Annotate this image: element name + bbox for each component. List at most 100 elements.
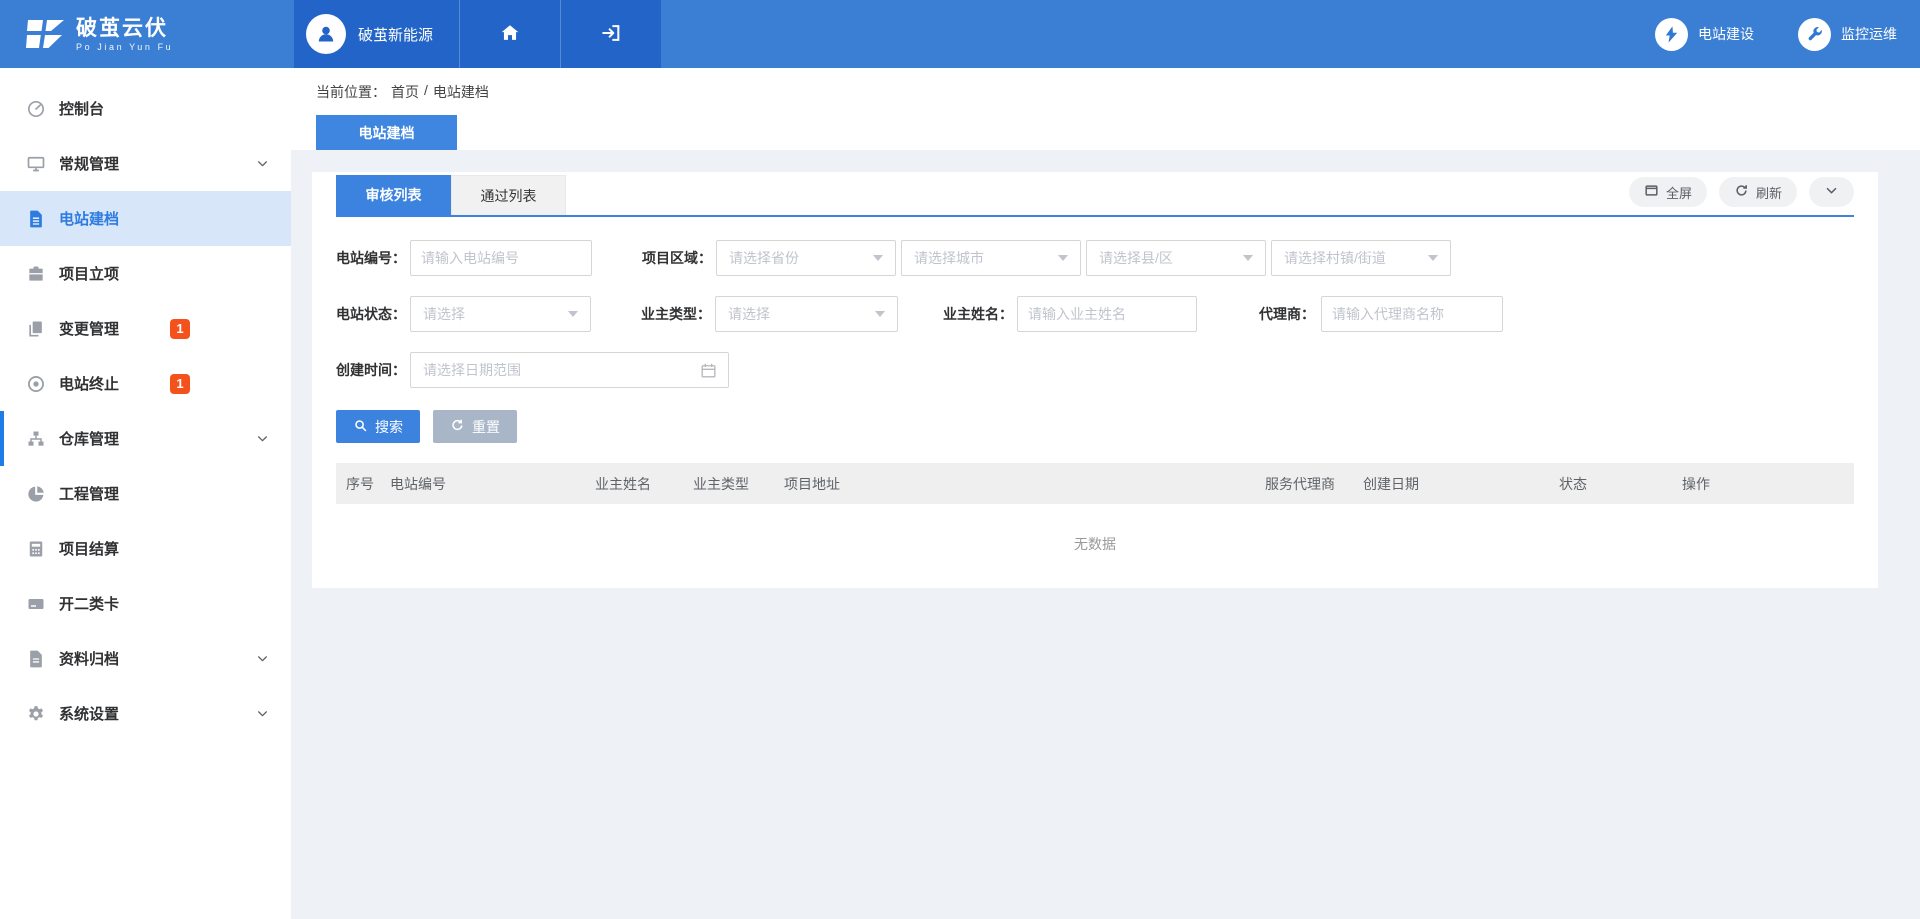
fullscreen-button[interactable]: 全屏: [1629, 177, 1707, 207]
table-column-header: 业主类型: [683, 474, 774, 494]
table-column-header: 业主姓名: [585, 474, 683, 494]
brand-title: 破茧云伏: [76, 17, 173, 40]
caret-down-icon: [873, 255, 883, 261]
exit-icon: [600, 22, 622, 47]
caret-down-icon: [568, 311, 578, 317]
sidebar-item-general-mgmt[interactable]: 常规管理: [0, 136, 291, 191]
date-range-input[interactable]: 请选择日期范围: [410, 352, 729, 388]
panel-toolbar: 全屏 刷新: [1629, 175, 1854, 215]
station-code-input[interactable]: [410, 240, 592, 276]
filter-form: 电站编号： 项目区域： 请选择省份 请选择城市: [336, 240, 1854, 388]
app-window: 破茧云伏 Po Jian Yun Fu 破茧新能源: [0, 0, 1920, 919]
chevron-down-icon: [256, 157, 269, 170]
calendar-icon: [699, 361, 718, 380]
sidebar-item-station-termination[interactable]: 电站终止 1: [0, 356, 291, 411]
chevron-down-icon: [256, 707, 269, 720]
chevron-down-icon: [256, 432, 269, 445]
breadcrumb-current: 电站建档: [433, 82, 489, 102]
panel-card: 审核列表 通过列表 全屏: [312, 172, 1878, 588]
wrench-icon: [1798, 18, 1831, 51]
sidebar-item-system-settings[interactable]: 系统设置: [0, 686, 291, 741]
tab-review-list[interactable]: 审核列表: [336, 175, 451, 215]
top-header: 破茧云伏 Po Jian Yun Fu 破茧新能源: [0, 0, 1920, 68]
owner-type-select[interactable]: 请选择: [715, 296, 898, 332]
breadcrumb-separator: /: [424, 82, 428, 102]
notification-badge: 1: [170, 374, 190, 394]
user-avatar-icon: [306, 14, 346, 54]
sidebar-item-project-settlement[interactable]: 项目结算: [0, 521, 291, 576]
sidebar: 控制台 常规管理: [0, 68, 291, 919]
chevron-down-icon: [256, 652, 269, 665]
project-region-label: 项目区域：: [642, 248, 710, 268]
station-status-label: 电站状态：: [336, 304, 404, 324]
filter-actions: 搜索 重置: [336, 410, 1854, 443]
panel-tabs-row: 审核列表 通过列表 全屏: [336, 175, 1854, 217]
chart-pie-icon: [26, 484, 46, 504]
table-empty-state: 无数据: [336, 504, 1854, 584]
caret-down-icon: [1243, 255, 1253, 261]
gear-icon: [26, 704, 46, 724]
city-select[interactable]: 请选择城市: [901, 240, 1081, 276]
table-column-header: 状态: [1549, 474, 1672, 494]
create-time-label: 创建时间：: [336, 360, 404, 380]
agent-label: 代理商：: [1247, 304, 1315, 324]
breadcrumb-band: 当前位置： 首页 / 电站建档 电站建档: [291, 68, 1920, 150]
table-column-header: 创建日期: [1353, 474, 1549, 494]
briefcase-icon: [26, 264, 46, 284]
sidebar-item-change-mgmt[interactable]: 变更管理 1: [0, 301, 291, 356]
station-status-select[interactable]: 请选择: [410, 296, 591, 332]
nav-label: 电站建设: [1698, 24, 1754, 44]
breadcrumb-home-link[interactable]: 首页: [391, 82, 419, 102]
main-area: 当前位置： 首页 / 电站建档 电站建档 审核列表 通过列表: [291, 68, 1920, 919]
sidebar-item-data-archive[interactable]: 资料归档: [0, 631, 291, 686]
search-icon: [353, 418, 368, 436]
caret-down-icon: [875, 311, 885, 317]
sidebar-item-engineering-mgmt[interactable]: 工程管理: [0, 466, 291, 521]
breadcrumb: 当前位置： 首页 / 电站建档: [316, 82, 1920, 102]
town-select[interactable]: 请选择村镇/街道: [1271, 240, 1451, 276]
sitemap-icon: [26, 429, 46, 449]
calculator-icon: [26, 539, 46, 559]
owner-type-label: 业主类型：: [641, 304, 709, 324]
table-column-header: 操作: [1672, 474, 1854, 494]
lightning-icon: [1655, 18, 1688, 51]
exit-button[interactable]: [560, 0, 661, 68]
nav-monitor-ops[interactable]: 监控运维: [1798, 18, 1897, 51]
search-button[interactable]: 搜索: [336, 410, 420, 443]
archive-icon: [26, 649, 46, 669]
breadcrumb-prefix: 当前位置：: [316, 82, 386, 102]
district-select[interactable]: 请选择县/区: [1086, 240, 1266, 276]
caret-down-icon: [1428, 255, 1438, 261]
brand-subtitle: Po Jian Yun Fu: [76, 42, 173, 52]
home-icon: [499, 22, 521, 47]
sidebar-item-warehouse-mgmt[interactable]: 仓库管理: [0, 411, 291, 466]
notification-badge: 1: [170, 319, 190, 339]
reset-icon: [450, 418, 465, 436]
caret-down-icon: [1058, 255, 1068, 261]
nav-station-build[interactable]: 电站建设: [1655, 18, 1754, 51]
table-column-header: 电站编号: [380, 474, 585, 494]
collapse-button[interactable]: [1809, 177, 1854, 207]
card-icon: [26, 594, 46, 614]
agent-input[interactable]: [1321, 296, 1503, 332]
sidebar-item-project-initiation[interactable]: 项目立项: [0, 246, 291, 301]
table-column-header: 服务代理商: [1255, 474, 1353, 494]
table-column-header: 项目地址: [774, 474, 1255, 494]
document-icon: [26, 209, 46, 229]
table-column-header: 序号: [336, 474, 380, 494]
refresh-button[interactable]: 刷新: [1719, 177, 1797, 207]
brand-logo: 破茧云伏 Po Jian Yun Fu: [0, 0, 294, 68]
sidebar-item-station-archive[interactable]: 电站建档: [0, 191, 291, 246]
page-tab-station-archive[interactable]: 电站建档: [316, 115, 457, 150]
header-right-nav: 电站建设 监控运维: [1655, 0, 1920, 68]
sidebar-item-console[interactable]: 控制台: [0, 81, 291, 136]
nav-label: 监控运维: [1841, 24, 1897, 44]
owner-name-input[interactable]: [1017, 296, 1197, 332]
tab-passed-list[interactable]: 通过列表: [451, 175, 566, 215]
home-button[interactable]: [459, 0, 560, 68]
org-name: 破茧新能源: [358, 24, 433, 45]
province-select[interactable]: 请选择省份: [716, 240, 896, 276]
sidebar-item-open-card[interactable]: 开二类卡: [0, 576, 291, 631]
reset-button[interactable]: 重置: [433, 410, 517, 443]
user-menu[interactable]: 破茧新能源: [294, 0, 459, 68]
